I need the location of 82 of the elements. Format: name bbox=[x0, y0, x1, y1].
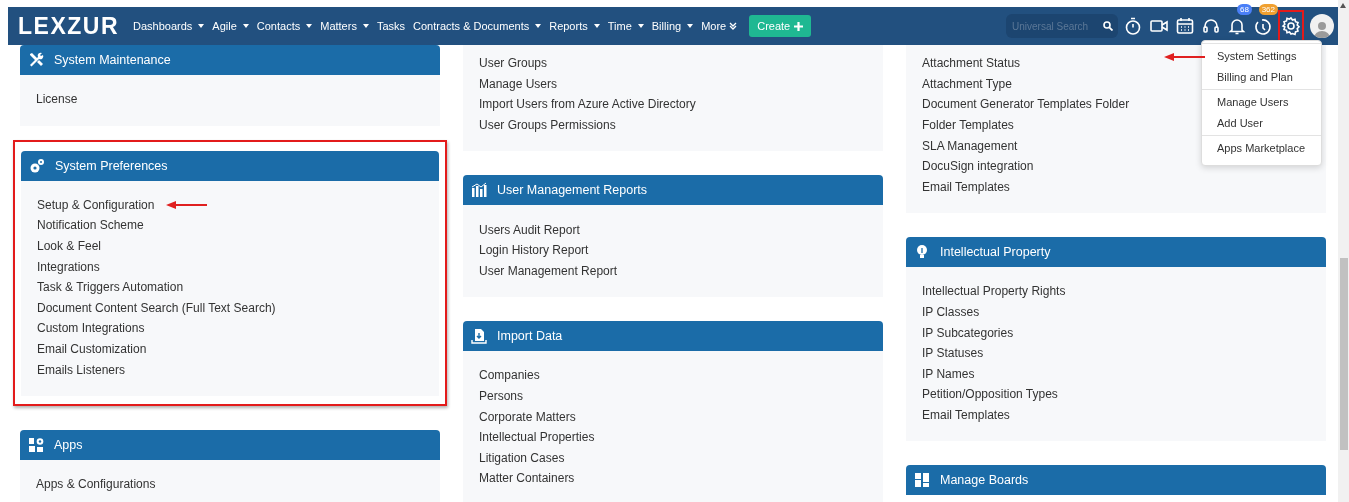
settings-link[interactable]: Matter Containers bbox=[479, 471, 575, 486]
settings-link[interactable]: Folder Templates bbox=[922, 118, 1014, 133]
notification-count: 68 bbox=[1237, 4, 1252, 15]
settings-link[interactable]: Attachment Type bbox=[922, 76, 1012, 91]
nav-menu-item[interactable]: Agile bbox=[212, 20, 249, 32]
document-import-icon bbox=[471, 328, 487, 345]
settings-link[interactable]: Email Customization bbox=[37, 342, 147, 357]
settings-link[interactable]: IP Subcategories bbox=[922, 325, 1014, 340]
settings-link[interactable]: IP Names bbox=[922, 366, 975, 381]
settings-link[interactable]: Email Templates bbox=[922, 408, 1010, 422]
settings-link[interactable]: IP Statuses bbox=[922, 346, 984, 361]
card-title: User Management Reports bbox=[497, 183, 648, 198]
nav-menu-item[interactable]: Contacts bbox=[256, 20, 313, 32]
nav-menu-item[interactable]: Tasks bbox=[376, 20, 406, 32]
settings-link[interactable]: Email Templates bbox=[922, 179, 1010, 194]
reminder-count: 362 bbox=[1258, 4, 1278, 15]
settings-link[interactable]: SLA Management bbox=[922, 138, 1018, 153]
nav-menu-item[interactable]: Billing bbox=[651, 20, 694, 32]
dropdown-item[interactable]: Billing and Plan bbox=[1202, 66, 1321, 87]
settings-link[interactable]: Companies bbox=[479, 368, 540, 383]
nav-menu-item[interactable]: Contracts & Documents bbox=[413, 20, 542, 32]
dropdown-item[interactable]: System Settings bbox=[1202, 46, 1321, 67]
headset-icon[interactable] bbox=[1201, 16, 1221, 36]
card-title: System Preferences bbox=[55, 158, 168, 173]
card-title: Intellectual Property bbox=[940, 245, 1051, 260]
card-title: Import Data bbox=[497, 329, 563, 344]
settings-link[interactable]: Users Audit Report bbox=[479, 222, 580, 237]
settings-link[interactable]: Login History Report bbox=[479, 243, 589, 258]
settings-link[interactable]: Attachment Status bbox=[922, 56, 1021, 71]
settings-link[interactable]: IP Classes bbox=[922, 305, 980, 320]
settings-link[interactable]: Task & Triggers Automation bbox=[37, 280, 184, 295]
settings-link[interactable]: License bbox=[36, 92, 78, 107]
scrollbar[interactable] bbox=[1338, 0, 1349, 502]
reminder-icon[interactable] bbox=[1253, 16, 1273, 36]
nav-menu-item[interactable]: Time bbox=[607, 20, 644, 32]
settings-link[interactable]: User Groups bbox=[479, 56, 548, 71]
calendar-icon[interactable] bbox=[1175, 16, 1195, 36]
settings-link[interactable]: DocuSign integration bbox=[922, 159, 1034, 174]
settings-link[interactable]: Import Users from Azure Active Directory bbox=[479, 97, 696, 112]
settings-link[interactable]: User Management Report bbox=[479, 263, 618, 278]
plus-icon bbox=[794, 21, 804, 31]
apps-icon bbox=[28, 436, 44, 453]
settings-link[interactable]: Persons bbox=[479, 389, 524, 404]
nav-menu-item[interactable]: More bbox=[701, 20, 738, 32]
settings-link[interactable]: Petition/Opposition Types bbox=[922, 387, 1058, 402]
boards-icon bbox=[914, 472, 930, 489]
settings-icon[interactable] bbox=[1281, 16, 1301, 36]
person-silhouette-icon bbox=[1313, 20, 1331, 38]
card-title: Apps bbox=[54, 437, 83, 452]
settings-link[interactable]: Litigation Cases bbox=[479, 450, 565, 465]
settings-link[interactable]: Intellectual Properties bbox=[479, 430, 595, 445]
settings-link[interactable]: Notification Scheme bbox=[37, 218, 144, 233]
settings-link[interactable]: Emails Listeners bbox=[37, 362, 126, 377]
settings-link[interactable]: Intellectual Property Rights bbox=[922, 284, 1066, 299]
settings-link[interactable]: Setup & Configuration bbox=[37, 197, 155, 212]
logo[interactable]: LEXZUR bbox=[18, 12, 119, 40]
settings-link[interactable]: Custom Integrations bbox=[37, 321, 145, 336]
nav-menu-item[interactable]: Dashboards bbox=[133, 20, 205, 32]
dropdown-item[interactable]: Apps Marketplace bbox=[1202, 138, 1321, 159]
card-title: Manage Boards bbox=[940, 473, 1029, 488]
double-chevron-icon bbox=[729, 22, 738, 30]
stopwatch-icon[interactable] bbox=[1123, 16, 1143, 36]
card-title: System Maintenance bbox=[54, 53, 171, 67]
chart-icon bbox=[471, 182, 487, 199]
settings-link[interactable]: Apps & Configurations bbox=[36, 477, 156, 492]
settings-link[interactable]: Corporate Matters bbox=[479, 409, 576, 424]
bell-icon[interactable] bbox=[1227, 16, 1247, 36]
settings-link[interactable]: Look & Feel bbox=[37, 239, 102, 254]
tools-icon bbox=[28, 52, 44, 68]
gears-icon bbox=[29, 157, 45, 174]
nav-menu-item[interactable]: Matters bbox=[320, 20, 369, 32]
lightbulb-icon bbox=[914, 244, 930, 261]
avatar[interactable] bbox=[1310, 14, 1334, 38]
nav-menu-item[interactable]: Reports bbox=[549, 20, 600, 32]
settings-link[interactable]: Document Content Search (Full Text Search) bbox=[37, 300, 276, 315]
search-field[interactable]: Universal Search bbox=[1006, 14, 1118, 38]
settings-link[interactable]: User Groups Permissions bbox=[479, 118, 616, 133]
settings-link[interactable]: Integrations bbox=[37, 259, 100, 274]
dropdown-item[interactable]: Manage Users bbox=[1202, 92, 1321, 113]
settings-link[interactable]: Manage Users bbox=[479, 76, 558, 91]
settings-link[interactable]: Document Generator Templates Folder bbox=[922, 97, 1130, 112]
dropdown-item[interactable]: Add User bbox=[1202, 112, 1321, 133]
